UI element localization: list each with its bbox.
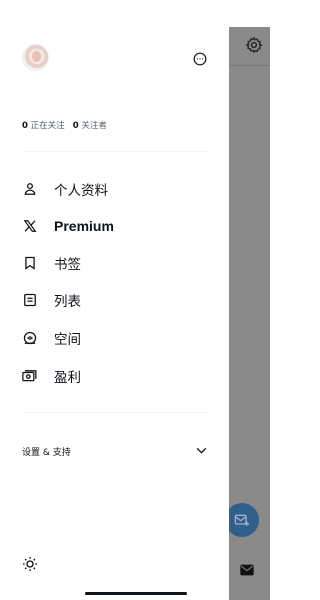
divider xyxy=(22,151,208,152)
divider xyxy=(229,65,270,66)
navigation-drawer: 0 正在关注 0 关注者 个人资料 Premium 书签 列表 空间 盈利 设置… xyxy=(0,0,229,600)
gear-icon xyxy=(245,36,263,54)
spaces-icon xyxy=(22,331,37,346)
bookmark-icon xyxy=(22,256,37,271)
divider xyxy=(22,412,208,413)
nav-item-label: Premium xyxy=(54,218,114,234)
follow-stats: 0 正在关注 0 关注者 xyxy=(22,119,107,131)
nav-item-premium[interactable]: Premium xyxy=(22,214,212,238)
avatar-face xyxy=(32,51,41,62)
nav-item-label: 盈利 xyxy=(54,370,81,386)
compose-message-button[interactable] xyxy=(225,503,259,537)
nav-item-label: 空间 xyxy=(54,332,81,348)
messages-tab-icon[interactable] xyxy=(239,562,255,578)
nav-item-lists[interactable]: 列表 xyxy=(22,288,212,312)
chevron-down-icon xyxy=(196,447,207,454)
list-icon xyxy=(22,293,37,308)
person-icon xyxy=(22,182,37,197)
nav-item-spaces[interactable]: 空间 xyxy=(22,326,212,350)
settings-support-label: 设置 & 支持 xyxy=(22,447,71,458)
nav-item-label: 列表 xyxy=(54,294,81,310)
nav-item-monetization[interactable]: 盈利 xyxy=(22,364,212,388)
nav-item-label: 书签 xyxy=(54,257,81,273)
nav-item-bookmarks[interactable]: 书签 xyxy=(22,251,212,275)
avatar[interactable] xyxy=(22,44,49,71)
settings-support-toggle[interactable]: 设置 & 支持 xyxy=(22,441,208,461)
home-indicator xyxy=(85,592,187,595)
following-link[interactable]: 0 正在关注 xyxy=(22,121,65,131)
sun-icon[interactable] xyxy=(22,556,38,572)
monetization-icon xyxy=(22,369,37,384)
followers-link[interactable]: 0 关注者 xyxy=(73,121,107,131)
compose-message-icon xyxy=(234,514,249,526)
nav-item-profile[interactable]: 个人资料 xyxy=(22,177,212,201)
x-logo-icon xyxy=(22,219,37,234)
more-accounts-icon[interactable] xyxy=(193,52,207,66)
nav-item-label: 个人资料 xyxy=(54,183,108,199)
